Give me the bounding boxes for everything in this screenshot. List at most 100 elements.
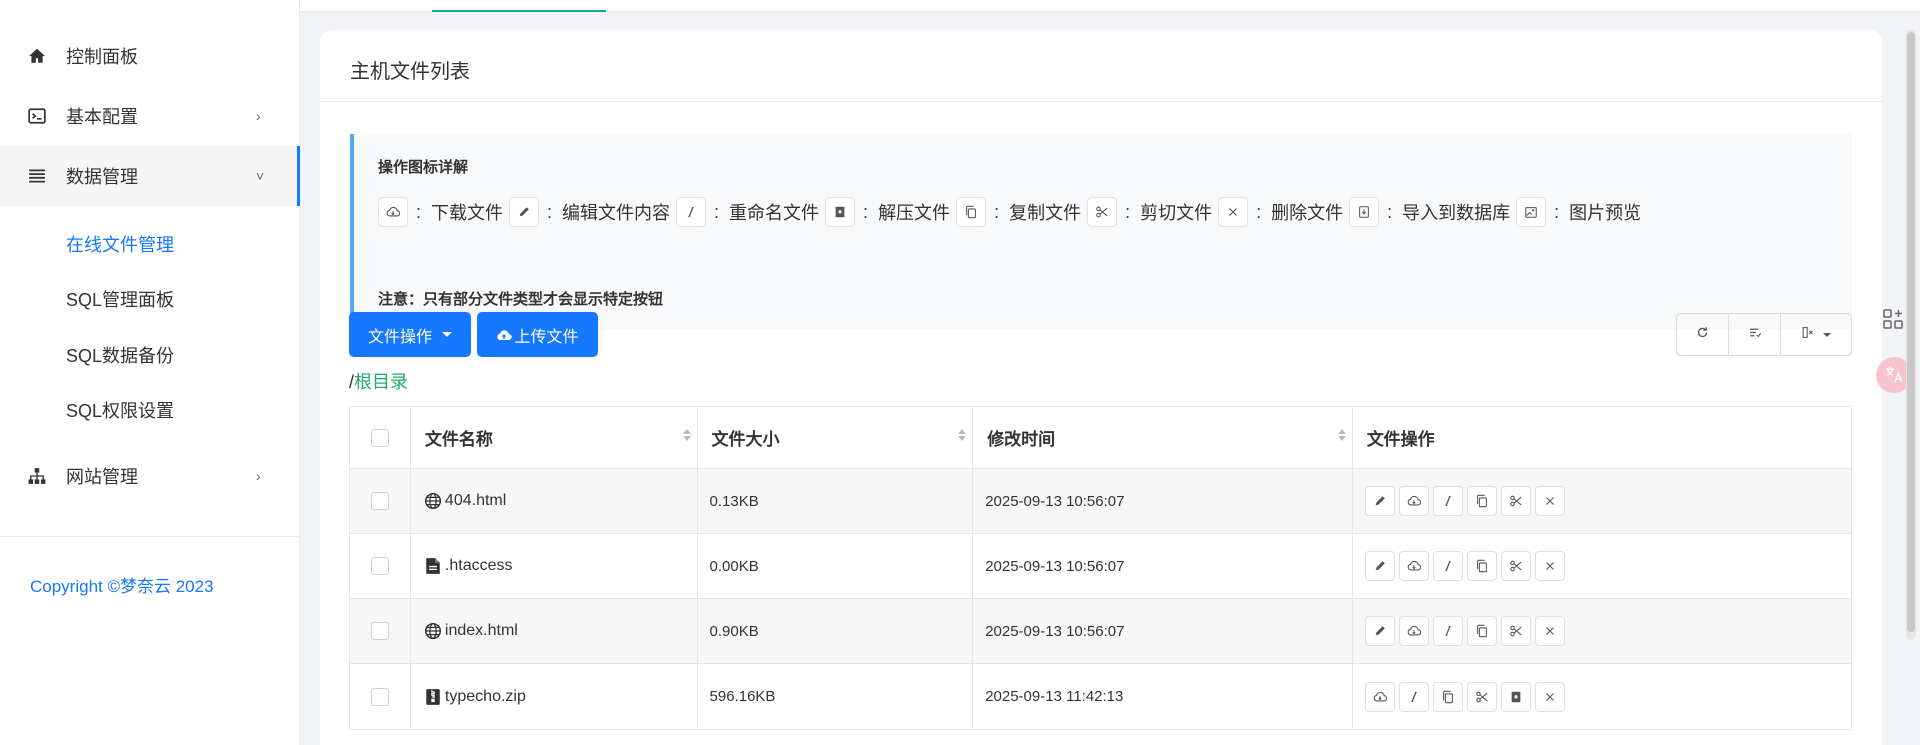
copy-icon [1441, 690, 1455, 704]
download-button[interactable] [1364, 681, 1395, 712]
file-name[interactable]: 404.html [445, 492, 506, 510]
header-modified-time[interactable]: 修改时间 [973, 407, 1353, 468]
rename-button[interactable] [1432, 616, 1463, 646]
file-name-cell: index.html [411, 599, 698, 663]
copy-button[interactable] [1432, 681, 1463, 712]
refresh-button[interactable] [1677, 314, 1729, 355]
cut-button[interactable] [1466, 681, 1497, 712]
file-name[interactable]: index.html [445, 622, 518, 640]
divider [0, 536, 300, 537]
cut-button[interactable] [1500, 551, 1531, 581]
select-all-checkbox[interactable] [370, 428, 389, 447]
edit-button[interactable] [1364, 486, 1395, 516]
download-button[interactable] [1398, 551, 1429, 581]
legend-colon: : [1256, 201, 1262, 222]
sidebar-item-dashboard[interactable]: 控制面板 [0, 26, 300, 86]
translate-icon [1883, 363, 1905, 388]
delete-button[interactable] [1534, 551, 1565, 581]
legend-label: 导入到数据库 [1402, 203, 1511, 223]
sidebar-subitem-sql-panel[interactable]: SQL管理面板 [66, 286, 174, 312]
columns-dropdown-button[interactable] [1781, 314, 1851, 355]
row-checkbox[interactable] [370, 622, 389, 640]
file-list-card: 主机文件列表 操作图标详解 : 下载文件 : 编辑文件内容 : 重命名文件 : … [320, 30, 1882, 745]
copyright: Copyright ©梦奈云 2023 [30, 577, 214, 596]
apps-widget-button[interactable] [1876, 304, 1910, 338]
edit-icon [1373, 559, 1387, 573]
file-name-cell: 404.html [411, 469, 698, 533]
cut-icon [1509, 559, 1523, 573]
cut-button[interactable] [1500, 486, 1531, 516]
sidebar: 控制面板 基本配置 › 数据管理 ˅ 在线文件管理 SQL管理面板 SQL数据备… [0, 0, 300, 745]
chevron-down-icon: ˅ [256, 168, 265, 184]
legend-colon: : [1554, 201, 1560, 222]
toggle-view-button[interactable] [1729, 314, 1781, 355]
caret-down-icon [442, 332, 452, 337]
header-file-size[interactable]: 文件大小 [698, 407, 974, 468]
rename-button[interactable] [1432, 551, 1463, 581]
copy-button[interactable] [1466, 616, 1497, 646]
legend-colon: : [547, 201, 553, 222]
legend-colon: : [863, 201, 869, 222]
modified-time-cell: 2025-09-13 10:56:07 [973, 469, 1353, 533]
delete-button[interactable] [1534, 681, 1565, 712]
file-operations-dropdown-button[interactable]: 文件操作 [349, 312, 471, 357]
row-select-cell [350, 664, 411, 729]
legend-colon: : [416, 201, 422, 222]
copy-icon [1475, 559, 1489, 573]
chevron-right-icon: › [256, 108, 261, 124]
header-file-name[interactable]: 文件名称 [411, 407, 698, 468]
download-icon [1407, 494, 1421, 508]
sort-icon [1337, 429, 1346, 441]
download-button[interactable] [1398, 486, 1429, 516]
unzip-button[interactable] [1500, 681, 1531, 712]
home-icon [26, 45, 48, 67]
row-checkbox[interactable] [370, 687, 389, 706]
file-name[interactable]: .htaccess [445, 557, 513, 575]
page-scrollbar[interactable] [1906, 30, 1916, 640]
sidebar-item-data-management[interactable]: 数据管理 ˅ [0, 146, 300, 206]
page-title: 主机文件列表 [350, 61, 470, 83]
sidebar-subitem-sql-permissions[interactable]: SQL权限设置 [66, 397, 174, 423]
download-icon [1373, 690, 1387, 704]
sidebar-item-label: 网站管理 [66, 467, 138, 487]
rename-button[interactable] [1432, 486, 1463, 516]
file-actions-cell [1353, 664, 1851, 729]
scrollbar-thumb[interactable] [1907, 32, 1915, 632]
header-label: 修改时间 [987, 430, 1056, 449]
rename-button[interactable] [1398, 681, 1429, 712]
edit-button[interactable] [1364, 616, 1395, 646]
legend-label: 重命名文件 [729, 203, 820, 223]
copy-button[interactable] [1466, 551, 1497, 581]
edit-icon [1373, 624, 1387, 638]
active-tab-indicator [432, 10, 606, 12]
row-checkbox[interactable] [370, 557, 389, 575]
legend-label: 下载文件 [431, 203, 504, 223]
modified-time-cell: 2025-09-13 11:42:13 [973, 664, 1353, 729]
delete-button[interactable] [1534, 486, 1565, 516]
rename-icon [1407, 690, 1421, 704]
copy-icon [1475, 624, 1489, 638]
cut-button[interactable] [1500, 616, 1531, 646]
edit-icon [509, 197, 540, 227]
delete-button[interactable] [1534, 616, 1565, 646]
header-label: 文件名称 [424, 430, 493, 449]
unzip-icon [825, 197, 856, 227]
row-checkbox[interactable] [370, 492, 389, 510]
edit-button[interactable] [1364, 551, 1395, 581]
sidebar-item-label: 控制面板 [66, 47, 138, 67]
upload-file-button[interactable]: 上传文件 [477, 312, 598, 357]
file-table: 文件名称 文件大小 修改时间 文件操作 404.html 0.13KB 2025-0… [349, 406, 1852, 730]
sidebar-item-basic-config[interactable]: 基本配置 › [0, 86, 300, 146]
refresh-icon [1696, 326, 1709, 344]
sidebar-subitem-sql-backup[interactable]: SQL数据备份 [66, 342, 174, 368]
sidebar-subitem-online-files[interactable]: 在线文件管理 [66, 231, 174, 257]
cut-icon [1087, 197, 1118, 227]
file-name[interactable]: typecho.zip [445, 688, 526, 706]
sidebar-item-site-management[interactable]: 网站管理 › [0, 446, 300, 506]
download-button[interactable] [1398, 616, 1429, 646]
download-icon [1407, 559, 1421, 573]
copy-button[interactable] [1466, 486, 1497, 516]
cut-icon [1475, 690, 1489, 704]
sort-icon [958, 429, 967, 441]
breadcrumb-root[interactable]: 根目录 [354, 372, 408, 392]
